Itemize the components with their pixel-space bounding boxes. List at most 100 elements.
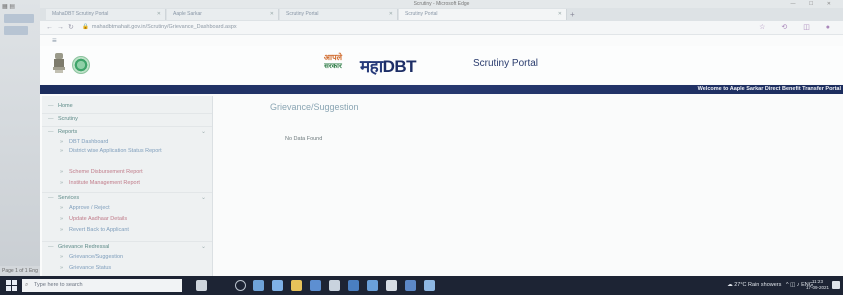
close-icon[interactable]: ✕ [270, 9, 274, 20]
chevron-down-icon[interactable]: ⌄ [201, 127, 206, 137]
app-icon[interactable] [329, 280, 340, 291]
back-icon[interactable]: ← [46, 22, 53, 33]
welcome-strip: Welcome to Aaple Sarkar Direct Benefit T… [40, 85, 843, 94]
browser-tab[interactable]: Aaple Sarkar ✕ [167, 9, 279, 20]
sidebar-item-label: District wise Application Status Report [69, 148, 162, 154]
sidebar-item-reports[interactable]: — Reports ⌄ [42, 126, 212, 137]
tab-label: Aaple Sarkar [173, 11, 202, 17]
app-icon[interactable] [405, 280, 416, 291]
aaple-sarkar-logo: आपले सरकार [310, 53, 356, 77]
browser-window: Scrutiny - Microsoft Edge — ☐ ✕ MahaDBT … [40, 0, 843, 276]
chrome-icon[interactable] [386, 280, 397, 291]
app-icon: ▦ ▤ [2, 4, 16, 10]
weather-text: 27°C Rain showers [734, 282, 782, 288]
store-icon[interactable] [272, 280, 283, 291]
weather-icon: ☁ [727, 282, 733, 288]
tab-label: Scrutiny Portal [286, 11, 319, 17]
welcome-marquee: Welcome to Aaple Sarkar Direct Benefit T… [697, 86, 841, 92]
circular-logo-icon [72, 56, 90, 74]
clock-date: 17-09-2021 [805, 285, 829, 290]
sidebar-item-grievance-suggestion[interactable]: » Grievance/Suggestion [42, 252, 212, 262]
taskbar-search-box[interactable]: ⌕ Type here to search [22, 279, 182, 292]
mail-icon[interactable] [310, 280, 321, 291]
photos-icon[interactable] [367, 280, 378, 291]
sidebar-item-label: Revert Back to Applicant [69, 227, 129, 233]
close-icon[interactable]: ✕ [558, 9, 562, 20]
browser-tab[interactable]: MahaDBT Scrutiny Portal ✕ [46, 9, 166, 20]
url-field[interactable]: 🔒 mahadbtmahait.gov.in/Scrutiny/Grievance… [82, 22, 342, 32]
sidebar: — Home — Scrutiny — Reports ⌄ » DBT Dashboard… [42, 96, 213, 276]
search-icon: ⌕ [25, 282, 29, 288]
background-thumbnail [4, 26, 28, 35]
clock[interactable]: 11:23 17-09-2021 [806, 279, 829, 291]
chevron-down-icon[interactable]: ⌄ [201, 193, 206, 203]
sidebar-item-label: Grievance Redressal [58, 244, 110, 250]
sidebar-item-home[interactable]: — Home [42, 101, 212, 111]
sidebar-item-grievance-status[interactable]: » Grievance Status [42, 263, 212, 273]
sidebar-item-scrutiny[interactable]: — Scrutiny [42, 113, 212, 124]
task-view-icon[interactable] [235, 280, 246, 291]
search-placeholder: Type here to search [34, 282, 83, 288]
tab-label: MahaDBT Scrutiny Portal [52, 11, 109, 17]
dbt-text: DBT [382, 57, 417, 76]
word-icon[interactable] [348, 280, 359, 291]
portal-header: आपले सरकार महाDBT Scrutiny Portal [40, 46, 843, 84]
sidebar-item-institute-report[interactable]: » Institute Management Report [42, 178, 212, 188]
file-explorer-icon[interactable] [291, 280, 302, 291]
close-icon[interactable]: ✕ [157, 9, 161, 20]
lock-icon: 🔒 [82, 24, 89, 30]
sarkar-text: सरकार [324, 63, 342, 70]
sidebar-item-label: Services [58, 195, 80, 201]
title-bar: Scrutiny - Microsoft Edge — ☐ ✕ [40, 0, 843, 8]
browser-toolbar-icons[interactable]: ☆ ⟲ ◫ ● [759, 22, 837, 33]
window-title: Scrutiny - Microsoft Edge [413, 1, 470, 7]
aaple-text: आपले [323, 53, 343, 62]
sidebar-item-label: Scrutiny [58, 116, 78, 122]
browser-tab[interactable]: Scrutiny Portal ✕ [280, 9, 398, 20]
sidebar-item-label: Approve / Reject [69, 205, 110, 211]
url-text: mahadbtmahait.gov.in/Scrutiny/Grievance_… [91, 24, 237, 30]
sidebar-item-services[interactable]: — Services ⌄ [42, 192, 212, 203]
menu-icon[interactable]: ≡ [52, 36, 57, 45]
background-status-bar: Page 1 of 1 Eng [0, 266, 40, 276]
maha-dbt-wordmark: महाDBT [360, 54, 417, 77]
new-tab-icon[interactable]: + [570, 9, 575, 20]
maha-text: महा [360, 57, 383, 76]
sidebar-item-disbursement-report[interactable]: » Scheme Disbursement Report [42, 167, 212, 177]
tab-bar: MahaDBT Scrutiny Portal ✕ Aaple Sarkar ✕ S… [40, 8, 843, 21]
notification-icon[interactable] [832, 281, 840, 289]
sidebar-item-grievance[interactable]: — Grievance Redressal ⌄ [42, 241, 212, 252]
portal-name: Scrutiny Portal [473, 58, 539, 69]
browser-tab-active[interactable]: Scrutiny Portal ✕ [399, 9, 567, 20]
sidebar-item-district-report[interactable]: » District wise Application Status Report [42, 148, 212, 164]
sidebar-item-label: Grievance/Suggestion [69, 254, 124, 260]
sidebar-item-label: DBT Dashboard [69, 139, 109, 145]
sidebar-item-revert-back[interactable]: » Revert Back to Applicant [42, 225, 212, 235]
sidebar-item-label: Update Aadhaar Details [69, 216, 128, 222]
sidebar-item-approve-reject[interactable]: » Approve / Reject [42, 203, 212, 213]
cortana-icon[interactable] [196, 280, 207, 291]
windows-start-icon[interactable] [6, 280, 17, 291]
sidebar-item-label: Home [58, 103, 73, 109]
page-title: Grievance/Suggestion [270, 102, 359, 112]
window-controls[interactable]: — ☐ ✕ [791, 0, 837, 8]
sidebar-item-label: Scheme Disbursement Report [69, 169, 143, 175]
app-icon[interactable] [424, 280, 435, 291]
chevron-down-icon[interactable]: ⌄ [201, 242, 206, 252]
state-emblem-icon [53, 53, 65, 73]
edge-icon[interactable] [253, 280, 264, 291]
forward-icon[interactable]: → [57, 22, 64, 33]
tab-label: Scrutiny Portal [405, 11, 438, 17]
close-icon[interactable]: ✕ [389, 9, 393, 20]
refresh-icon[interactable]: ↻ [68, 22, 74, 33]
sidebar-item-label: Grievance Status [69, 265, 112, 271]
sidebar-item-label: Institute Management Report [69, 180, 140, 186]
address-bar: ← → ↻ 🔒 mahadbtmahait.gov.in/Scrutiny/Gri… [40, 21, 843, 35]
background-thumbnail [4, 14, 34, 23]
sidebar-item-label: Reports [58, 129, 78, 135]
sidebar-item-update-aadhaar[interactable]: » Update Aadhaar Details [42, 214, 212, 224]
background-window-strip: ▦ ▤ Page 1 of 1 Eng [0, 0, 41, 276]
sidebar-item-dbt-dashboard[interactable]: » DBT Dashboard [42, 137, 212, 147]
system-tray[interactable]: ☁ 27°C Rain showers ^ ◫ ♪ ENG [727, 276, 813, 295]
empty-state-message: No Data Found [285, 136, 323, 142]
